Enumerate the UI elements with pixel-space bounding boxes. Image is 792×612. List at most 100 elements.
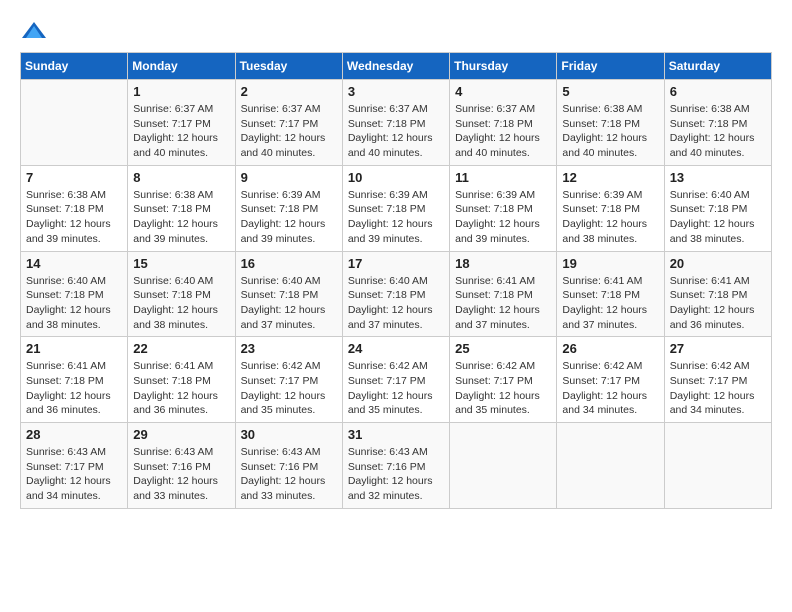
calendar-cell: 7 Sunrise: 6:38 AMSunset: 7:18 PMDaylight… <box>21 165 128 251</box>
day-number: 9 <box>241 170 337 185</box>
cell-info: Sunrise: 6:41 AMSunset: 7:18 PMDaylight:… <box>133 359 229 418</box>
calendar-cell <box>450 423 557 509</box>
cell-info: Sunrise: 6:39 AMSunset: 7:18 PMDaylight:… <box>455 188 551 247</box>
calendar-cell: 16 Sunrise: 6:40 AMSunset: 7:18 PMDayligh… <box>235 251 342 337</box>
calendar-cell: 24 Sunrise: 6:42 AMSunset: 7:17 PMDayligh… <box>342 337 449 423</box>
calendar-cell: 12 Sunrise: 6:39 AMSunset: 7:18 PMDayligh… <box>557 165 664 251</box>
week-row-4: 21 Sunrise: 6:41 AMSunset: 7:18 PMDayligh… <box>21 337 772 423</box>
calendar-cell: 15 Sunrise: 6:40 AMSunset: 7:18 PMDayligh… <box>128 251 235 337</box>
cell-info: Sunrise: 6:40 AMSunset: 7:18 PMDaylight:… <box>241 274 337 333</box>
calendar-cell: 17 Sunrise: 6:40 AMSunset: 7:18 PMDayligh… <box>342 251 449 337</box>
day-number: 16 <box>241 256 337 271</box>
cell-info: Sunrise: 6:38 AMSunset: 7:18 PMDaylight:… <box>670 102 766 161</box>
calendar-cell: 20Sunrise: 6:41 AMSunset: 7:18 PMDayligh… <box>664 251 771 337</box>
calendar-cell: 4 Sunrise: 6:37 AMSunset: 7:18 PMDaylight… <box>450 80 557 166</box>
day-number: 3 <box>348 84 444 99</box>
column-header-wednesday: Wednesday <box>342 53 449 80</box>
calendar-cell: 2 Sunrise: 6:37 AMSunset: 7:17 PMDaylight… <box>235 80 342 166</box>
day-number: 17 <box>348 256 444 271</box>
day-number: 29 <box>133 427 229 442</box>
column-header-sunday: Sunday <box>21 53 128 80</box>
cell-info: Sunrise: 6:41 AMSunset: 7:18 PMDaylight:… <box>670 274 766 333</box>
calendar-cell: 28 Sunrise: 6:43 AMSunset: 7:17 PMDayligh… <box>21 423 128 509</box>
cell-info: Sunrise: 6:39 AMSunset: 7:18 PMDaylight:… <box>241 188 337 247</box>
day-number: 22 <box>133 341 229 356</box>
calendar-cell: 25 Sunrise: 6:42 AMSunset: 7:17 PMDayligh… <box>450 337 557 423</box>
cell-info: Sunrise: 6:42 AMSunset: 7:17 PMDaylight:… <box>670 359 766 418</box>
column-header-saturday: Saturday <box>664 53 771 80</box>
calendar-cell: 18 Sunrise: 6:41 AMSunset: 7:18 PMDayligh… <box>450 251 557 337</box>
week-row-5: 28 Sunrise: 6:43 AMSunset: 7:17 PMDayligh… <box>21 423 772 509</box>
day-number: 23 <box>241 341 337 356</box>
cell-info: Sunrise: 6:38 AMSunset: 7:18 PMDaylight:… <box>26 188 122 247</box>
cell-info: Sunrise: 6:41 AMSunset: 7:18 PMDaylight:… <box>455 274 551 333</box>
calendar-cell <box>664 423 771 509</box>
day-number: 19 <box>562 256 658 271</box>
cell-info: Sunrise: 6:43 AMSunset: 7:16 PMDaylight:… <box>133 445 229 504</box>
cell-info: Sunrise: 6:41 AMSunset: 7:18 PMDaylight:… <box>26 359 122 418</box>
calendar-cell: 21 Sunrise: 6:41 AMSunset: 7:18 PMDayligh… <box>21 337 128 423</box>
calendar-cell: 10Sunrise: 6:39 AMSunset: 7:18 PMDayligh… <box>342 165 449 251</box>
column-header-thursday: Thursday <box>450 53 557 80</box>
column-header-friday: Friday <box>557 53 664 80</box>
day-number: 12 <box>562 170 658 185</box>
day-number: 30 <box>241 427 337 442</box>
cell-info: Sunrise: 6:40 AMSunset: 7:18 PMDaylight:… <box>26 274 122 333</box>
day-number: 13 <box>670 170 766 185</box>
logo <box>20 20 50 42</box>
calendar-cell: 3 Sunrise: 6:37 AMSunset: 7:18 PMDaylight… <box>342 80 449 166</box>
day-number: 15 <box>133 256 229 271</box>
day-number: 25 <box>455 341 551 356</box>
cell-info: Sunrise: 6:42 AMSunset: 7:17 PMDaylight:… <box>348 359 444 418</box>
calendar-cell: 23 Sunrise: 6:42 AMSunset: 7:17 PMDayligh… <box>235 337 342 423</box>
cell-info: Sunrise: 6:42 AMSunset: 7:17 PMDaylight:… <box>562 359 658 418</box>
day-number: 28 <box>26 427 122 442</box>
day-number: 27 <box>670 341 766 356</box>
calendar-cell: 9 Sunrise: 6:39 AMSunset: 7:18 PMDaylight… <box>235 165 342 251</box>
header-row: SundayMondayTuesdayWednesdayThursdayFrid… <box>21 53 772 80</box>
cell-info: Sunrise: 6:39 AMSunset: 7:18 PMDaylight:… <box>348 188 444 247</box>
week-row-1: 1Sunrise: 6:37 AMSunset: 7:17 PMDaylight… <box>21 80 772 166</box>
cell-info: Sunrise: 6:38 AMSunset: 7:18 PMDaylight:… <box>562 102 658 161</box>
calendar-table: SundayMondayTuesdayWednesdayThursdayFrid… <box>20 52 772 509</box>
column-header-monday: Monday <box>128 53 235 80</box>
day-number: 31 <box>348 427 444 442</box>
day-number: 21 <box>26 341 122 356</box>
calendar-cell: 29 Sunrise: 6:43 AMSunset: 7:16 PMDayligh… <box>128 423 235 509</box>
cell-info: Sunrise: 6:37 AMSunset: 7:17 PMDaylight:… <box>241 102 337 161</box>
calendar-cell: 8Sunrise: 6:38 AMSunset: 7:18 PMDaylight… <box>128 165 235 251</box>
cell-info: Sunrise: 6:43 AMSunset: 7:16 PMDaylight:… <box>348 445 444 504</box>
calendar-cell: 1Sunrise: 6:37 AMSunset: 7:17 PMDaylight… <box>128 80 235 166</box>
day-number: 24 <box>348 341 444 356</box>
day-number: 6 <box>670 84 766 99</box>
day-number: 4 <box>455 84 551 99</box>
calendar-cell: 13Sunrise: 6:40 AMSunset: 7:18 PMDayligh… <box>664 165 771 251</box>
calendar-cell: 30Sunrise: 6:43 AMSunset: 7:16 PMDayligh… <box>235 423 342 509</box>
cell-info: Sunrise: 6:42 AMSunset: 7:17 PMDaylight:… <box>241 359 337 418</box>
cell-info: Sunrise: 6:40 AMSunset: 7:18 PMDaylight:… <box>348 274 444 333</box>
calendar-cell: 19 Sunrise: 6:41 AMSunset: 7:18 PMDayligh… <box>557 251 664 337</box>
calendar-cell: 11 Sunrise: 6:39 AMSunset: 7:18 PMDayligh… <box>450 165 557 251</box>
day-number: 18 <box>455 256 551 271</box>
day-number: 11 <box>455 170 551 185</box>
generalblue-icon <box>20 20 48 42</box>
cell-info: Sunrise: 6:39 AMSunset: 7:18 PMDaylight:… <box>562 188 658 247</box>
cell-info: Sunrise: 6:41 AMSunset: 7:18 PMDaylight:… <box>562 274 658 333</box>
cell-info: Sunrise: 6:42 AMSunset: 7:17 PMDaylight:… <box>455 359 551 418</box>
day-number: 14 <box>26 256 122 271</box>
column-header-tuesday: Tuesday <box>235 53 342 80</box>
cell-info: Sunrise: 6:37 AMSunset: 7:18 PMDaylight:… <box>455 102 551 161</box>
day-number: 7 <box>26 170 122 185</box>
calendar-cell: 5Sunrise: 6:38 AMSunset: 7:18 PMDaylight… <box>557 80 664 166</box>
day-number: 8 <box>133 170 229 185</box>
week-row-3: 14 Sunrise: 6:40 AMSunset: 7:18 PMDayligh… <box>21 251 772 337</box>
calendar-cell: 22 Sunrise: 6:41 AMSunset: 7:18 PMDayligh… <box>128 337 235 423</box>
calendar-cell: 14 Sunrise: 6:40 AMSunset: 7:18 PMDayligh… <box>21 251 128 337</box>
day-number: 2 <box>241 84 337 99</box>
calendar-cell: 26Sunrise: 6:42 AMSunset: 7:17 PMDayligh… <box>557 337 664 423</box>
cell-info: Sunrise: 6:37 AMSunset: 7:18 PMDaylight:… <box>348 102 444 161</box>
cell-info: Sunrise: 6:40 AMSunset: 7:18 PMDaylight:… <box>133 274 229 333</box>
calendar-cell <box>557 423 664 509</box>
calendar-cell: 31 Sunrise: 6:43 AMSunset: 7:16 PMDayligh… <box>342 423 449 509</box>
cell-info: Sunrise: 6:43 AMSunset: 7:17 PMDaylight:… <box>26 445 122 504</box>
